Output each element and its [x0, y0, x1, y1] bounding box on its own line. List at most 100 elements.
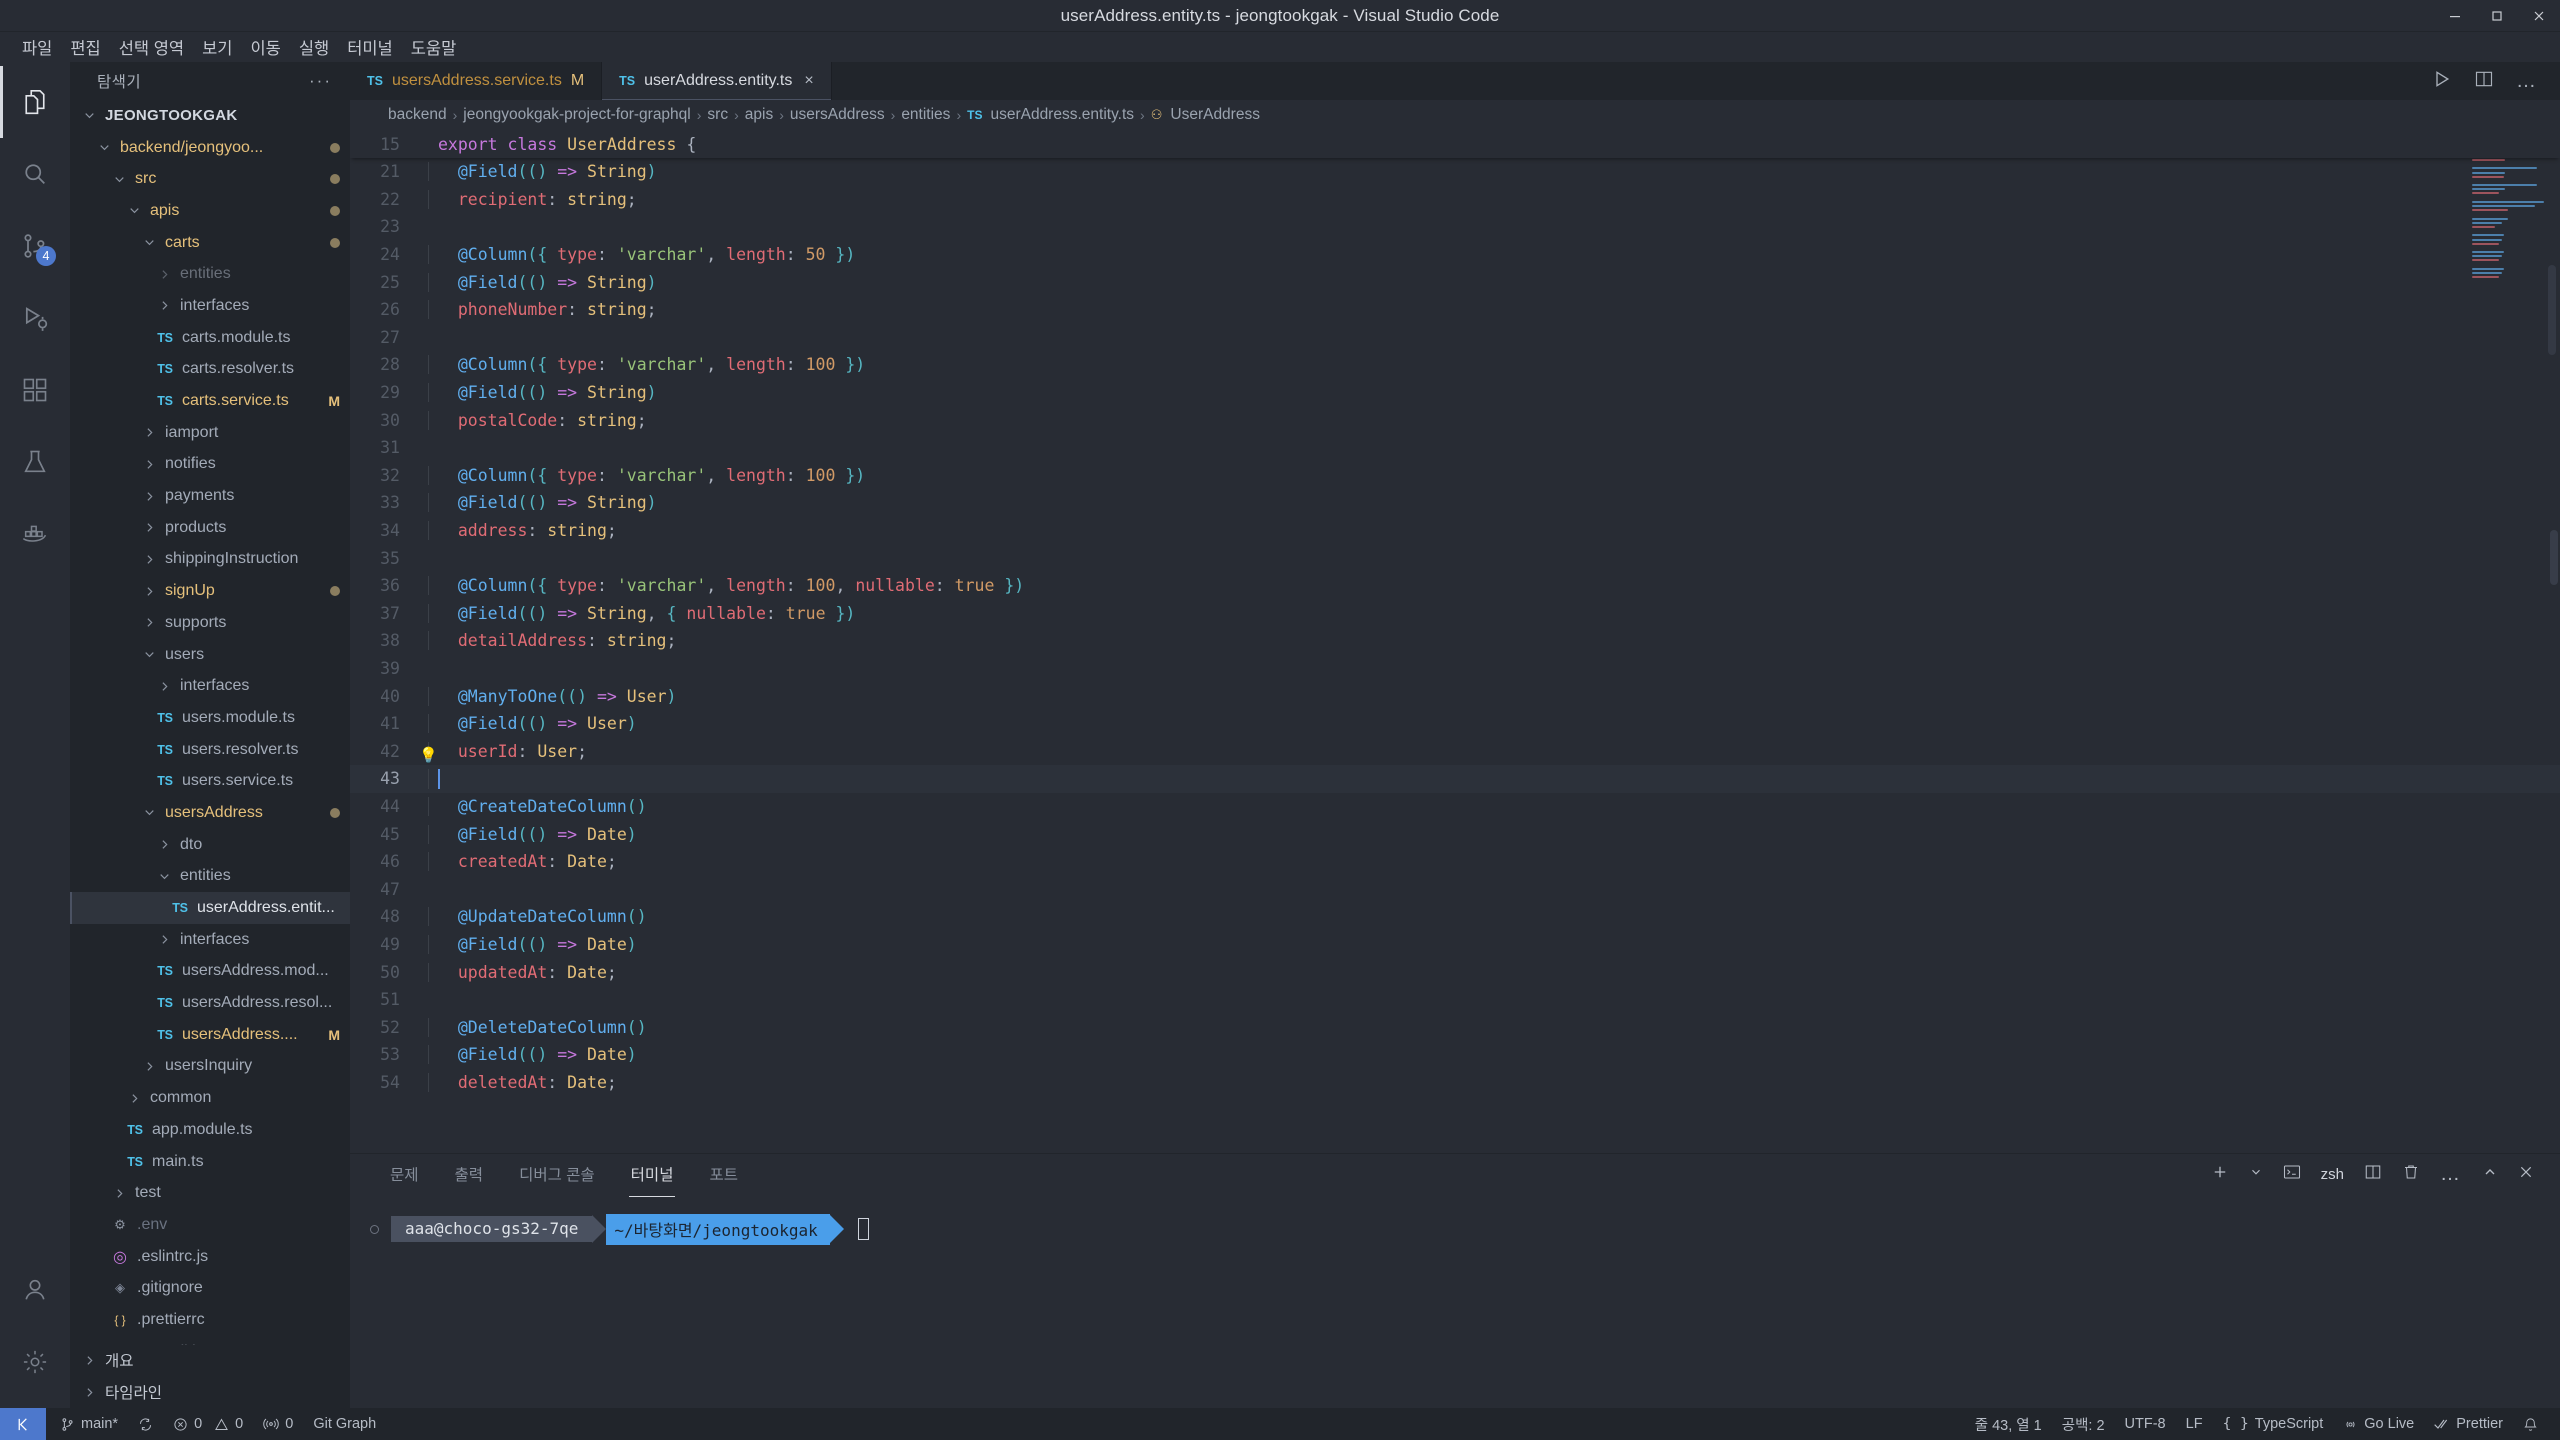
status-indentation[interactable]: 공백: 2 [2052, 1408, 2115, 1440]
activitybar-accounts[interactable] [0, 1254, 70, 1326]
tree-item[interactable]: TS users.module.ts [70, 702, 350, 734]
sidebar-more-actions[interactable]: ··· [309, 72, 332, 89]
tree-item[interactable]: dto [70, 829, 350, 861]
tree-item[interactable]: shippingInstruction [70, 544, 350, 576]
tree-item[interactable]: interfaces [70, 670, 350, 702]
shell-label[interactable]: zsh [2321, 1166, 2344, 1183]
tab-close-icon[interactable]: × [804, 72, 813, 90]
remote-indicator[interactable] [0, 1408, 46, 1440]
tree-item[interactable]: signUp [70, 575, 350, 607]
status-cursor-position[interactable]: 줄 43, 열 1 [1965, 1408, 2052, 1440]
file-tree[interactable]: JEONGTOOKGAK backend/jeongyoo... src apis ca… [70, 100, 350, 1345]
panel-tab[interactable]: 터미널 [628, 1155, 676, 1197]
activitybar-docker[interactable] [0, 498, 70, 570]
tree-item[interactable]: { }nest-cli.json [70, 1336, 350, 1345]
status-language-mode[interactable]: { } TypeScript [2213, 1408, 2334, 1440]
menu-item-4[interactable]: 이동 [241, 33, 289, 61]
sidebar-section-타임라인[interactable]: 타임라인 [70, 1376, 350, 1408]
breadcrumb-item[interactable]: src [707, 106, 728, 124]
breadcrumb-item[interactable]: backend [388, 106, 447, 124]
close-button[interactable] [2518, 0, 2560, 32]
breadcrumb-item[interactable]: jeongyookgak-project-for-graphql [463, 106, 690, 124]
menu-item-6[interactable]: 터미널 [338, 33, 402, 61]
tree-item[interactable]: TS userAddress.entit... [70, 892, 350, 924]
tree-item[interactable]: interfaces [70, 290, 350, 322]
status-go-live[interactable]: Go Live [2333, 1408, 2424, 1440]
breadcrumb[interactable]: backend › jeongyookgak-project-for-graphql… [350, 100, 2560, 130]
editor-tab[interactable]: TS userAddress.entity.ts × [602, 62, 832, 100]
tree-item[interactable]: TS app.module.ts [70, 1114, 350, 1146]
tree-item[interactable]: TS users.resolver.ts [70, 734, 350, 766]
status-branch[interactable]: main* [46, 1408, 128, 1440]
terminal-dropdown-icon[interactable] [2249, 1165, 2263, 1183]
menu-item-7[interactable]: 도움말 [402, 33, 466, 61]
terminal-body[interactable]: aaa@choco-gs32-7qe ~/바탕화면/jeongtookgak [350, 1194, 2560, 1408]
maximize-button[interactable] [2476, 0, 2518, 32]
status-ports[interactable]: 0 [253, 1408, 303, 1440]
status-sync[interactable] [128, 1408, 163, 1440]
status-errors-warnings[interactable]: 0 0 [163, 1408, 253, 1440]
tree-item[interactable]: TS carts.module.ts [70, 322, 350, 354]
tree-item[interactable]: TS usersAddress.resol... [70, 987, 350, 1019]
trash-icon[interactable] [2402, 1163, 2420, 1185]
tree-item[interactable]: entities [70, 861, 350, 893]
activitybar-testing[interactable] [0, 426, 70, 498]
tree-item[interactable]: test [70, 1177, 350, 1209]
activitybar-settings[interactable] [0, 1326, 70, 1398]
tree-item[interactable]: apis [70, 195, 350, 227]
menu-item-0[interactable]: 파일 [13, 33, 61, 61]
tree-item[interactable]: ◈ .gitignore [70, 1272, 350, 1304]
tree-item[interactable]: TS carts.resolver.ts [70, 354, 350, 386]
menu-item-1[interactable]: 편집 [61, 33, 109, 61]
status-prettier[interactable]: Prettier [2424, 1408, 2513, 1440]
tree-item[interactable]: iamport [70, 417, 350, 449]
lightbulb-icon[interactable]: 💡 [419, 746, 438, 764]
tree-item[interactable]: TS carts.service.ts M [70, 385, 350, 417]
status-git-graph[interactable]: Git Graph [303, 1408, 386, 1440]
maximize-panel-icon[interactable] [2482, 1164, 2498, 1184]
tree-item[interactable]: common [70, 1082, 350, 1114]
close-panel-icon[interactable] [2518, 1164, 2534, 1184]
tree-item[interactable]: ⚙ .env [70, 1209, 350, 1241]
panel-tab[interactable]: 디버그 콘솔 [517, 1155, 597, 1193]
activitybar-search[interactable] [0, 138, 70, 210]
run-file-icon[interactable] [2432, 69, 2452, 94]
menu-item-5[interactable]: 실행 [290, 33, 338, 61]
tree-item[interactable]: backend/jeongyoo... [70, 132, 350, 164]
activitybar-run-debug[interactable] [0, 282, 70, 354]
tree-item[interactable]: carts [70, 227, 350, 259]
breadcrumb-item[interactable]: userAddress.entity.ts [990, 106, 1134, 124]
tree-item[interactable]: ◎ .eslintrc.js [70, 1241, 350, 1273]
new-terminal-icon[interactable] [2211, 1163, 2229, 1185]
status-encoding[interactable]: UTF-8 [2115, 1408, 2176, 1440]
status-eol[interactable]: LF [2176, 1408, 2213, 1440]
tree-item[interactable]: TS main.ts [70, 1146, 350, 1178]
split-terminal-icon[interactable] [2364, 1163, 2382, 1185]
tree-item[interactable]: entities [70, 258, 350, 290]
menu-item-3[interactable]: 보기 [193, 33, 241, 61]
tree-item[interactable]: products [70, 512, 350, 544]
breadcrumb-item[interactable]: entities [901, 106, 950, 124]
breadcrumb-item[interactable]: apis [745, 106, 773, 124]
minimap-slider[interactable] [2548, 265, 2556, 355]
tree-item[interactable]: payments [70, 480, 350, 512]
panel-tab[interactable]: 포트 [707, 1155, 740, 1193]
tree-item[interactable]: supports [70, 607, 350, 639]
breadcrumb-item[interactable]: UserAddress [1170, 106, 1260, 124]
tree-item[interactable]: users [70, 639, 350, 671]
tree-item[interactable]: usersInquiry [70, 1051, 350, 1083]
menu-item-2[interactable]: 선택 영역 [110, 33, 193, 61]
panel-more-icon[interactable]: … [2440, 1164, 2462, 1184]
panel-tab[interactable]: 문제 [388, 1155, 421, 1193]
status-notifications[interactable] [2513, 1408, 2548, 1440]
tree-item[interactable]: src [70, 163, 350, 195]
editor-scrollbar[interactable] [2550, 530, 2558, 585]
tree-item[interactable]: interfaces [70, 924, 350, 956]
tree-root[interactable]: JEONGTOOKGAK [70, 100, 350, 132]
minimize-button[interactable] [2434, 0, 2476, 32]
tree-item[interactable]: TS usersAddress.mod... [70, 956, 350, 988]
code-editor[interactable]: 15 export class UserAddress { 21 @Field(… [350, 130, 2560, 1153]
editor-tab[interactable]: TS usersAddress.service.ts M [350, 62, 603, 100]
panel-tab[interactable]: 출력 [453, 1155, 486, 1193]
breadcrumb-item[interactable]: usersAddress [790, 106, 885, 124]
